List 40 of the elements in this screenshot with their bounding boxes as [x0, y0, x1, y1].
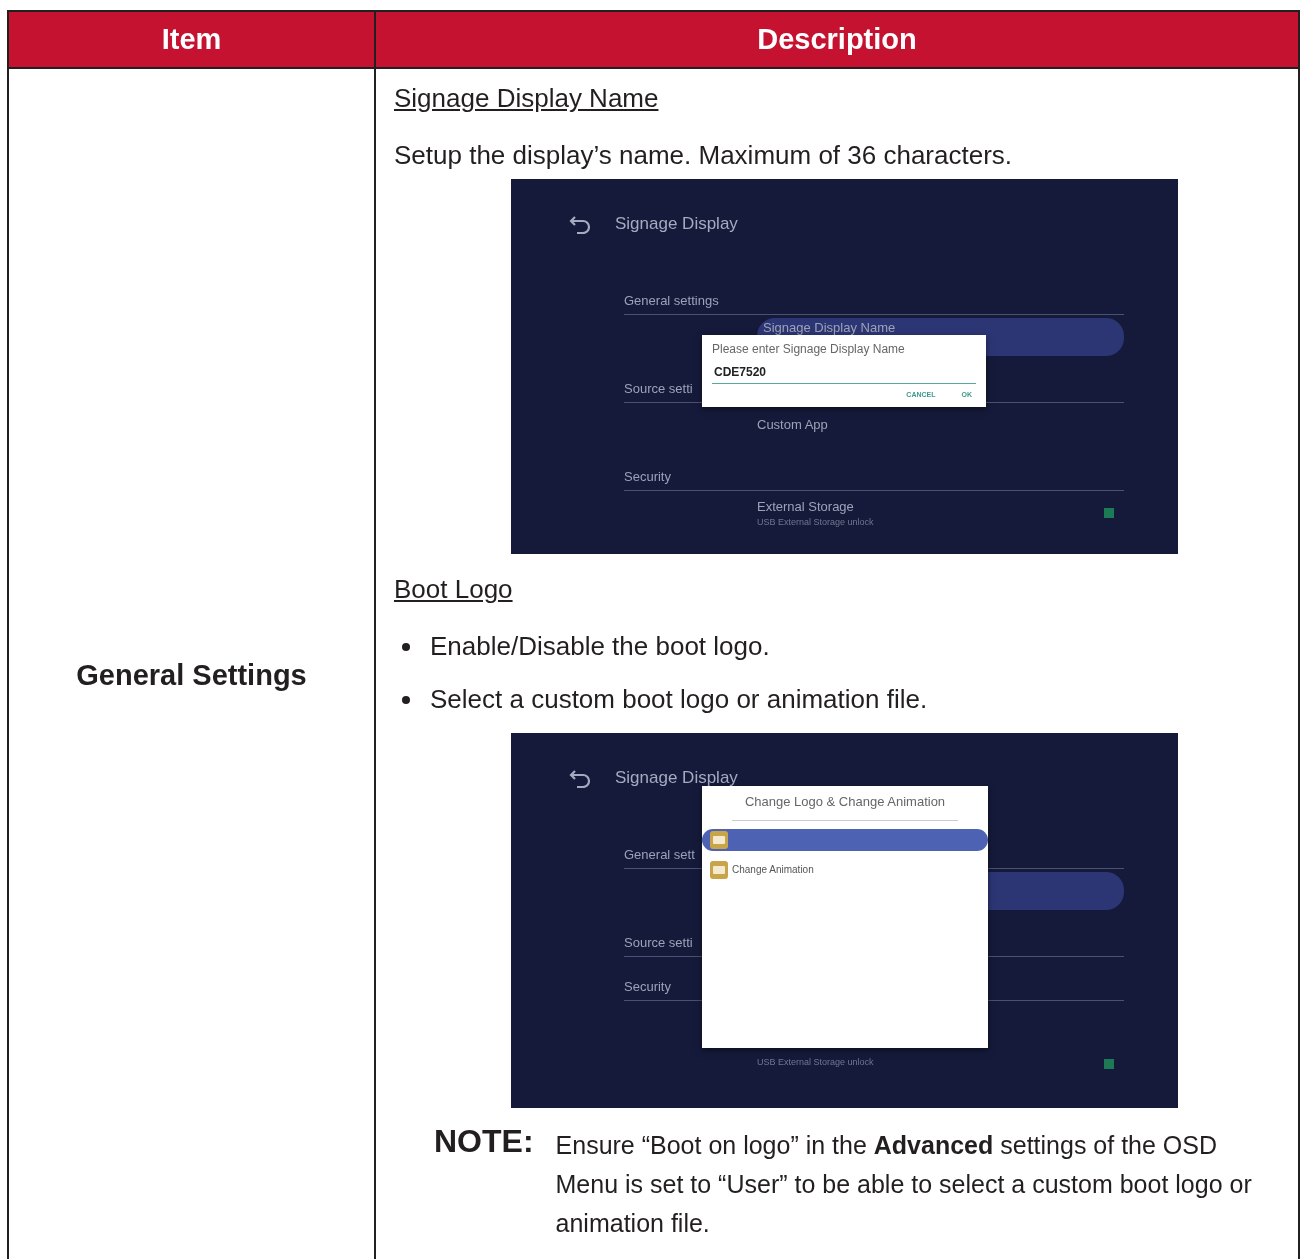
bullet-text: Enable/Disable the boot logo. — [430, 630, 770, 663]
back-icon[interactable] — [569, 768, 593, 788]
section-label: Security — [624, 467, 671, 486]
setting-label: Signage Display Name — [763, 319, 896, 337]
screen-title: Signage Display — [615, 213, 738, 236]
list-item-label: Change Animation — [732, 863, 814, 877]
name-input-field[interactable]: CDE7520 — [712, 361, 976, 384]
setting-description: USB External Storage unlock — [757, 516, 874, 529]
list-item[interactable] — [702, 828, 988, 851]
dialog-prompt: Please enter Signage Display Name — [712, 341, 906, 358]
note-text: Ensure “Boot on logo” in the Advanced settings of the OSD Menu is set to “User” to be able to select a custom boot logo or animation file. — [555, 1130, 1253, 1239]
checkbox[interactable] — [1104, 508, 1114, 518]
bullet-icon — [402, 642, 410, 651]
setting-row[interactable]: Custom App — [757, 403, 1124, 447]
setting-row[interactable]: USB External Storage unlock — [757, 1001, 1124, 1073]
list-item[interactable]: Change Animation — [702, 858, 988, 881]
checkbox[interactable] — [1104, 1059, 1114, 1069]
item-name: General Settings — [9, 67, 374, 1259]
folder-icon — [710, 830, 728, 849]
setting-label: External Storage — [757, 497, 855, 516]
section-label: General sett — [624, 845, 695, 864]
folder-icon — [710, 860, 728, 879]
section-heading: Boot Logo — [394, 573, 513, 606]
section-label: General settings — [624, 291, 719, 310]
screen-title: Signage Display — [615, 767, 738, 790]
column-header: Description — [374, 10, 1298, 67]
bullet-text: Select a custom boot logo or animation file. — [430, 683, 928, 716]
dialog-title: Change Logo & Change Animation — [732, 792, 958, 821]
setting-description: USB External Storage unlock — [757, 1055, 874, 1069]
bullet-icon — [402, 695, 410, 704]
back-icon[interactable] — [569, 214, 593, 234]
setting-row[interactable]: External Storage USB External Storage unlock — [757, 491, 1124, 535]
section-label: Source setti — [624, 379, 693, 398]
column-header: Item — [9, 10, 374, 67]
setting-label: Custom App — [757, 416, 828, 435]
note-label: NOTE: — [434, 1124, 534, 1161]
section-heading: Signage Display Name — [394, 82, 659, 115]
section-label: Security — [624, 977, 671, 996]
section-label: Source setti — [624, 933, 693, 952]
description-text: Setup the display’s name. Maximum of 36 characters. — [394, 139, 1014, 172]
